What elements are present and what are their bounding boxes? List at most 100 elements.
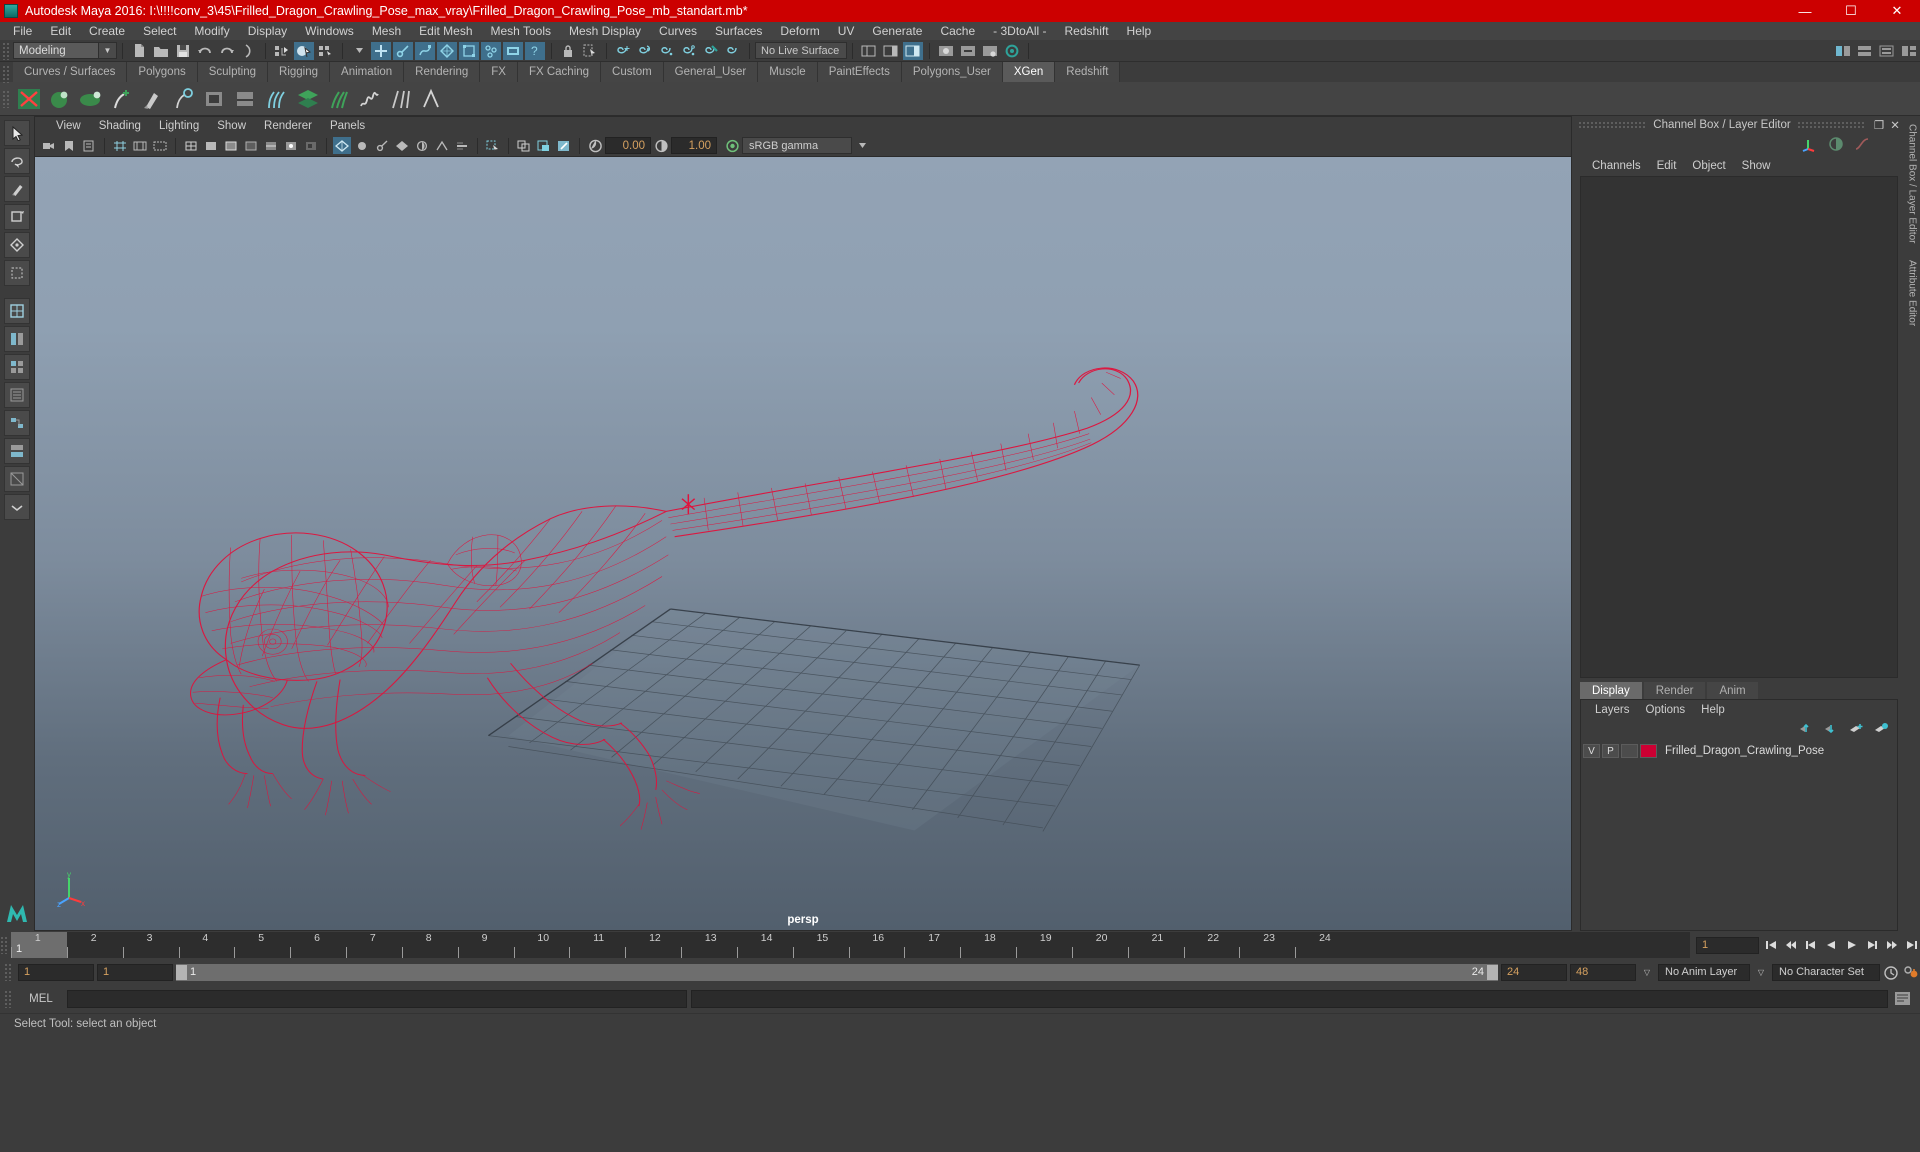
misc-mask-icon[interactable]: ? xyxy=(525,42,545,60)
viewport-select-marquee-icon[interactable] xyxy=(484,137,502,154)
workspace-icon-c[interactable] xyxy=(1877,42,1897,60)
exposure-field[interactable]: 0.00 xyxy=(605,137,651,154)
redo-icon[interactable] xyxy=(217,42,237,60)
layer-visibility-toggle[interactable]: V xyxy=(1583,744,1600,758)
viewport-shaded-wire-icon[interactable] xyxy=(222,137,240,154)
viewport-3d-canvas[interactable]: persp y x z xyxy=(35,157,1571,930)
viewport-grid-toggle-icon[interactable] xyxy=(111,137,129,154)
workspace-icon-a[interactable] xyxy=(1833,42,1853,60)
workspace-icon-b[interactable] xyxy=(1855,42,1875,60)
xgen-preview-icon[interactable] xyxy=(417,84,446,113)
viewport-ao-icon[interactable] xyxy=(413,137,431,154)
highlight-select-icon[interactable] xyxy=(580,42,600,60)
channel-box-menu-object[interactable]: Object xyxy=(1684,160,1733,172)
viewport-attributes-icon[interactable] xyxy=(80,137,98,154)
menu-item-mesh-tools[interactable]: Mesh Tools xyxy=(482,22,560,40)
viewport-select-camera-icon[interactable] xyxy=(40,137,58,154)
scale-tool-icon[interactable] xyxy=(4,260,30,286)
side-tab-attribute-editor[interactable]: Attribute Editor xyxy=(1907,252,1918,334)
menu-item-select[interactable]: Select xyxy=(134,22,185,40)
snap-point-icon[interactable] xyxy=(657,42,677,60)
step-back-key-icon[interactable] xyxy=(1783,937,1799,954)
range-start-field[interactable]: 1 xyxy=(18,964,94,981)
viewport-paste-icon[interactable] xyxy=(535,137,553,154)
shelf-tab-rigging[interactable]: Rigging xyxy=(268,62,330,82)
layer-menu-layers[interactable]: Layers xyxy=(1587,704,1638,716)
workspace-icon-d[interactable] xyxy=(1899,42,1919,60)
select-hierarchy-icon[interactable] xyxy=(272,42,292,60)
menu-item-generate[interactable]: Generate xyxy=(863,22,931,40)
select-object-icon[interactable] xyxy=(294,42,314,60)
toggle-channel-box-icon[interactable] xyxy=(903,42,923,60)
show-hide-editors-icon[interactable] xyxy=(859,42,879,60)
xgen-layers-icon[interactable] xyxy=(293,84,322,113)
anim-start-field[interactable]: 1 xyxy=(97,964,173,981)
menu-item-curves[interactable]: Curves xyxy=(650,22,706,40)
command-input[interactable] xyxy=(67,990,687,1008)
contrast-toggle-icon[interactable] xyxy=(1828,136,1844,155)
snap-curve-icon[interactable] xyxy=(635,42,655,60)
xgen-guide-icon[interactable] xyxy=(386,84,415,113)
anim-layer-chevron-icon[interactable]: ▽ xyxy=(1753,964,1769,981)
deformers-mask-icon[interactable] xyxy=(459,42,479,60)
melbar-grip[interactable] xyxy=(4,990,12,1008)
viewport-motion-blur-icon[interactable] xyxy=(453,137,471,154)
range-end-field[interactable]: 48 xyxy=(1570,964,1636,981)
shelf-tab-xgen[interactable]: XGen xyxy=(1003,62,1055,82)
color-profile-chevron-down-icon[interactable] xyxy=(853,137,871,154)
viewport-copy-icon[interactable] xyxy=(515,137,533,154)
viewport-color-picker-icon[interactable] xyxy=(555,137,573,154)
component-chevron-down-icon[interactable] xyxy=(349,42,369,60)
layer-color-swatch[interactable] xyxy=(1640,744,1657,758)
xgen-sculpt-icon[interactable] xyxy=(138,84,167,113)
select-component-icon[interactable] xyxy=(316,42,336,60)
viewport-xray-joints-icon[interactable] xyxy=(353,137,371,154)
shelf-tab-polygons[interactable]: Polygons xyxy=(127,62,197,82)
xgen-mask-icon[interactable] xyxy=(200,84,229,113)
layer-tab-anim[interactable]: Anim xyxy=(1707,682,1757,699)
create-layer-from-selected-icon[interactable] xyxy=(1873,722,1889,739)
layout-persp-outliner-icon[interactable] xyxy=(4,438,30,464)
range-slider[interactable]: 1 24 xyxy=(176,964,1498,981)
close-button[interactable]: ✕ xyxy=(1874,0,1920,22)
side-tab-channel-box[interactable]: Channel Box / Layer Editor xyxy=(1907,116,1918,252)
menuset-chevron-down-icon[interactable]: ▼ xyxy=(99,42,117,59)
panel-drag-dots-left[interactable] xyxy=(1578,121,1647,129)
maximize-button[interactable]: ☐ xyxy=(1828,0,1874,22)
viewport-smooth-shade-icon[interactable] xyxy=(202,137,220,154)
timeline-grip[interactable] xyxy=(0,936,8,954)
select-tool-icon[interactable] xyxy=(4,120,30,146)
lasso-tool-icon[interactable] xyxy=(4,148,30,174)
shelf-tab-painteffects[interactable]: PaintEffects xyxy=(818,62,902,82)
step-forward-key-icon[interactable] xyxy=(1884,937,1900,954)
animation-preferences-icon[interactable] xyxy=(1903,964,1920,981)
color-management-icon[interactable] xyxy=(723,137,741,154)
shelf-tab-sculpting[interactable]: Sculpting xyxy=(198,62,268,82)
menu-item-file[interactable]: File xyxy=(4,22,41,40)
layout-more-icon[interactable] xyxy=(4,494,30,520)
shelf-row-grip[interactable] xyxy=(2,90,10,108)
menu-item-modify[interactable]: Modify xyxy=(185,22,238,40)
lock-icon[interactable] xyxy=(558,42,578,60)
viewport-shadows-icon[interactable] xyxy=(302,137,320,154)
layer-menu-help[interactable]: Help xyxy=(1693,704,1733,716)
viewport-wireframe-icon[interactable] xyxy=(182,137,200,154)
layer-display-type-toggle[interactable] xyxy=(1621,744,1638,758)
auto-keyframe-icon[interactable] xyxy=(1883,964,1900,981)
character-set-field[interactable]: No Character Set xyxy=(1772,964,1880,981)
graph-curve-icon[interactable] xyxy=(1854,136,1870,155)
go-to-start-icon[interactable] xyxy=(1763,937,1779,954)
layer-menu-options[interactable]: Options xyxy=(1638,704,1694,716)
playback-options-chevron-icon[interactable]: ▽ xyxy=(1639,964,1655,981)
menu-item-create[interactable]: Create xyxy=(80,22,134,40)
layout-hypergraph-icon[interactable] xyxy=(4,410,30,436)
shelf-tab-rendering[interactable]: Rendering xyxy=(404,62,480,82)
snap-projection-icon[interactable] xyxy=(679,42,699,60)
shelf-tab-fx[interactable]: FX xyxy=(480,62,518,82)
selection-mode-icon[interactable] xyxy=(239,42,259,60)
surfaces-mask-icon[interactable] xyxy=(437,42,457,60)
viewport-xray-active-icon[interactable] xyxy=(373,137,391,154)
paint-select-tool-icon[interactable] xyxy=(4,176,30,202)
xgen-disc-icon[interactable] xyxy=(76,84,105,113)
minimize-button[interactable]: — xyxy=(1782,0,1828,22)
